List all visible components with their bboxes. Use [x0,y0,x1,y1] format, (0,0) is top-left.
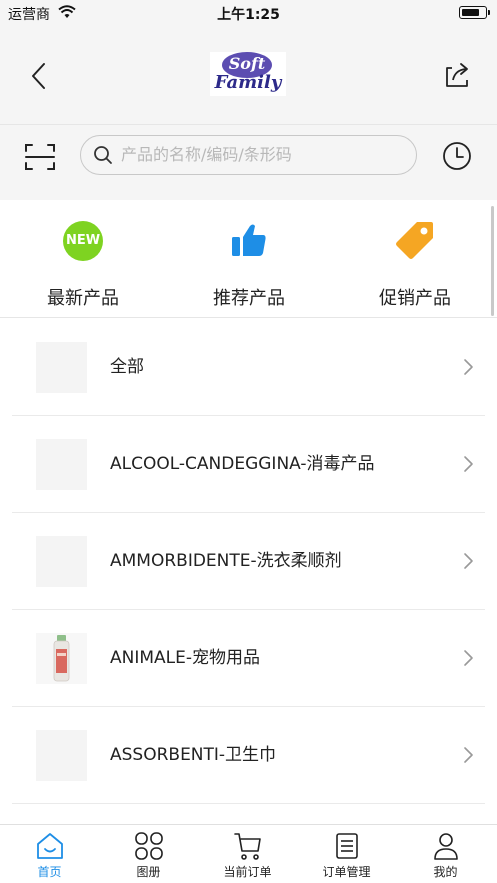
clock-icon[interactable] [440,139,474,173]
tab-profile[interactable]: 我的 [396,825,495,883]
tab-home[interactable]: 首页 [0,825,99,883]
category-thumbnail [36,342,87,393]
category-label: ALCOOL-CANDEGGINA-消毒产品 [110,454,375,474]
category-row[interactable]: ANIMALE-宠物用品 [12,610,485,707]
category-label: AMMORBIDENTE-洗衣柔顺剂 [110,551,342,571]
new-badge-icon: NEW [63,221,103,261]
category-label: 全部 [110,357,144,377]
tab-label: 首页 [37,865,62,879]
category-label: ASSORBENTI-卫生巾 [110,745,277,765]
tab-label: 当前订单 [223,865,272,879]
search-box[interactable] [80,135,417,175]
home-icon [37,833,63,859]
tab-catalog[interactable]: 图册 [99,825,198,883]
category-row[interactable]: 全部 [12,319,485,416]
user-icon [434,833,458,860]
back-button[interactable] [22,56,58,96]
search-row [0,124,497,200]
scan-icon[interactable] [22,139,58,175]
tab-label: 图册 [136,865,161,879]
chevron-right-icon [464,456,473,472]
chevron-right-icon [464,747,473,763]
tab-current-order[interactable]: 当前订单 [198,825,297,883]
category-thumbnail [36,536,87,587]
price-tag-icon [396,222,433,259]
tab-bar: 首页 图册 当前订单 订单管理 我的 [0,824,497,883]
category-thumbnail [36,730,87,781]
quick-links: NEW 最新产品 推荐产品 促销产品 [0,200,497,318]
tab-label: 订单管理 [322,865,371,879]
chevron-right-icon [464,650,473,666]
grid-icon [135,832,163,860]
category-row[interactable]: AMMORBIDENTE-洗衣柔顺剂 [12,513,485,610]
battery-icon [459,6,490,19]
status-time: 上午1:25 [217,7,280,23]
tab-label: 我的 [433,865,458,879]
product-bottle-image [36,633,87,684]
quick-link-recommended[interactable]: 推荐产品 [166,200,332,318]
category-row[interactable]: ASSORBENTI-卫生巾 [12,707,485,804]
quick-link-label: 推荐产品 [213,288,285,309]
category-thumbnail [36,439,87,490]
status-bar: 运营商 上午1:25 [0,0,497,26]
quick-link-label: 最新产品 [47,288,119,309]
quick-link-promotion[interactable]: 促销产品 [332,200,497,318]
chevron-right-icon [464,359,473,375]
quick-link-label: 促销产品 [379,288,451,309]
chevron-right-icon [464,553,473,569]
brand-logo: Soft Family [210,52,286,96]
document-icon [336,833,358,859]
quick-link-new-products[interactable]: NEW 最新产品 [0,200,166,318]
category-row[interactable]: ALCOOL-CANDEGGINA-消毒产品 [12,416,485,513]
search-icon [94,146,112,164]
thumbs-up-icon [232,224,266,256]
cart-icon [234,833,261,860]
tab-order-management[interactable]: 订单管理 [297,825,396,883]
category-label: ANIMALE-宠物用品 [110,648,261,668]
nav-bar: Soft Family [0,26,497,124]
share-icon[interactable] [438,56,476,94]
logo-family-text: Family [214,72,282,93]
search-input[interactable] [121,136,401,173]
scrollbar[interactable] [491,206,494,316]
